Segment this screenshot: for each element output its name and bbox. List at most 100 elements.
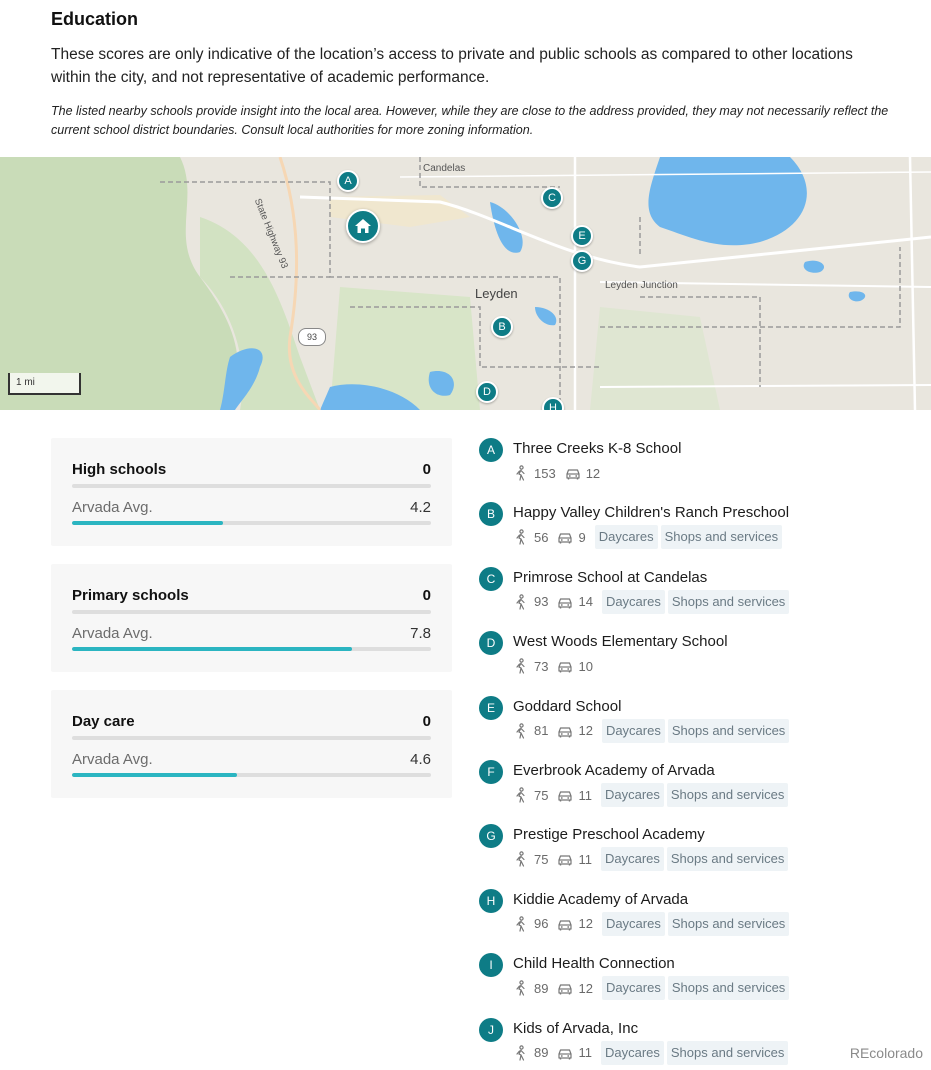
school-name[interactable]: Kids of Arvada, Inc: [513, 1020, 638, 1037]
school-list-item[interactable]: J Kids of Arvada, Inc 89 11 Daycares Shops an…: [479, 1017, 919, 1070]
drive-score: 14: [578, 594, 593, 610]
disclaimer-text: The listed nearby schools provide insigh…: [51, 104, 889, 137]
school-marker-badge: I: [479, 953, 503, 978]
city-average-label: Arvada Avg.: [72, 625, 153, 642]
school-meta: 153 12: [513, 461, 609, 485]
walk-score: 89: [534, 1045, 549, 1061]
map-pin-d[interactable]: D: [476, 381, 498, 403]
drive-score: 12: [578, 980, 593, 996]
school-marker-badge: G: [479, 824, 503, 849]
category-tag: Shops and services: [667, 718, 790, 743]
school-meta: 75 11 Daycares Shops and services: [513, 847, 791, 872]
city-average-bar: [72, 521, 431, 525]
home-icon: [355, 219, 371, 233]
category-tag: Daycares: [601, 911, 665, 936]
school-meta: 81 12 Daycares Shops and services: [513, 718, 792, 743]
school-marker-badge: A: [479, 438, 503, 462]
category-tag: Shops and services: [666, 1040, 789, 1065]
intro-text: These scores are only indicative of the …: [51, 46, 853, 86]
route-93-shield: 93: [298, 328, 326, 346]
school-meta: 56 9 Daycares Shops and services: [513, 525, 785, 550]
walk-score: 96: [534, 916, 549, 932]
walk-score: 75: [534, 851, 549, 867]
drive-score: 12: [585, 465, 601, 481]
map-pin-b[interactable]: B: [491, 316, 513, 338]
category-tag: Daycares: [600, 783, 664, 807]
category-tag: Shops and services: [667, 911, 790, 936]
home-location-pin[interactable]: [346, 209, 380, 243]
walk-score: 153: [534, 465, 556, 481]
school-marker-badge: F: [479, 760, 503, 784]
school-list-item[interactable]: H Kiddie Academy of Arvada 96 12 Daycares Sho…: [479, 888, 919, 941]
school-list-item[interactable]: G Prestige Preschool Academy 75 11 Daycares S…: [479, 824, 919, 876]
drive-score: 11: [578, 851, 592, 867]
city-average-fill: [72, 647, 353, 651]
school-name[interactable]: Three Creeks K-8 School: [513, 440, 681, 457]
category-tag: Daycares: [600, 847, 664, 872]
map-pin-e[interactable]: E: [571, 225, 593, 247]
walk-score: 93: [534, 594, 549, 610]
school-list-item[interactable]: A Three Creeks K-8 School 153 12: [479, 438, 919, 490]
car-icon: [558, 533, 573, 544]
school-list-item[interactable]: E Goddard School 81 12 Daycares Shops and ser…: [479, 695, 919, 748]
school-name[interactable]: Goddard School: [513, 698, 621, 715]
walk-icon: [516, 594, 525, 610]
walk-icon: [516, 787, 525, 803]
school-name[interactable]: Child Health Connection: [513, 955, 675, 972]
score-card: High schools 0 Arvada Avg. 4.2: [51, 438, 452, 546]
car-icon: [558, 855, 573, 866]
school-meta: 89 11 Daycares Shops and services: [513, 1040, 791, 1065]
score-value: 0: [422, 587, 431, 604]
category-tag: Daycares: [594, 525, 658, 550]
school-name[interactable]: Happy Valley Children's Ranch Preschool: [513, 504, 789, 521]
school-list-item[interactable]: C Primrose School at Candelas 93 14 Daycares…: [479, 566, 919, 619]
drive-score: 11: [578, 787, 592, 803]
walk-score: 75: [534, 787, 549, 803]
school-list-item[interactable]: I Child Health Connection 89 12 Daycares Shop…: [479, 953, 919, 1005]
map-background: [0, 157, 931, 410]
category-tag: Daycares: [601, 589, 665, 614]
school-name[interactable]: Prestige Preschool Academy: [513, 826, 705, 843]
city-average-value: 7.8: [410, 625, 431, 642]
school-name[interactable]: Kiddie Academy of Arvada: [513, 891, 688, 908]
category-tag: Shops and services: [667, 976, 790, 1001]
car-icon: [558, 920, 573, 931]
car-icon: [558, 791, 573, 802]
category-tag: Shops and services: [666, 783, 789, 807]
drive-score: 9: [578, 529, 586, 545]
map-pin-g[interactable]: G: [571, 250, 593, 272]
walk-icon: [516, 529, 525, 545]
car-icon: [558, 726, 573, 738]
school-list-item[interactable]: B Happy Valley Children's Ranch Preschool…: [479, 502, 919, 554]
walk-score: 73: [534, 658, 549, 674]
map-pin-a[interactable]: A: [337, 170, 359, 192]
car-icon: [558, 984, 573, 995]
walk-icon: [516, 1044, 525, 1061]
school-marker-badge: B: [479, 502, 503, 527]
map-pin-c[interactable]: C: [541, 187, 563, 209]
school-name[interactable]: West Woods Elementary School: [513, 633, 728, 650]
walk-icon: [516, 722, 525, 739]
drive-score: 10: [578, 658, 593, 674]
walk-icon: [516, 465, 525, 481]
score-card: Day care 0 Arvada Avg. 4.6: [51, 690, 452, 798]
school-meta: 73 10: [513, 654, 602, 678]
city-average-label: Arvada Avg.: [72, 751, 153, 768]
drive-score: 12: [578, 916, 593, 932]
drive-score: 11: [578, 1045, 592, 1061]
school-marker-badge: C: [479, 566, 503, 591]
school-marker-badge: E: [479, 695, 503, 720]
score-value: 0: [422, 713, 431, 730]
score-bar: [72, 484, 431, 488]
score-bar: [72, 610, 431, 614]
school-list-item[interactable]: F Everbrook Academy of Arvada 75 11 Daycares…: [479, 760, 919, 812]
walk-score: 56: [534, 529, 549, 545]
car-icon: [558, 1048, 573, 1060]
school-name[interactable]: Primrose School at Candelas: [513, 569, 707, 586]
schools-map[interactable]: Candelas Leyden Leyden Junction State Hi…: [0, 157, 931, 410]
score-category: Day care: [72, 713, 135, 730]
school-list-item[interactable]: D West Woods Elementary School 73 10: [479, 631, 919, 683]
car-icon: [558, 598, 573, 609]
school-meta: 89 12 Daycares Shops and services: [513, 976, 792, 1001]
school-name[interactable]: Everbrook Academy of Arvada: [513, 762, 715, 779]
